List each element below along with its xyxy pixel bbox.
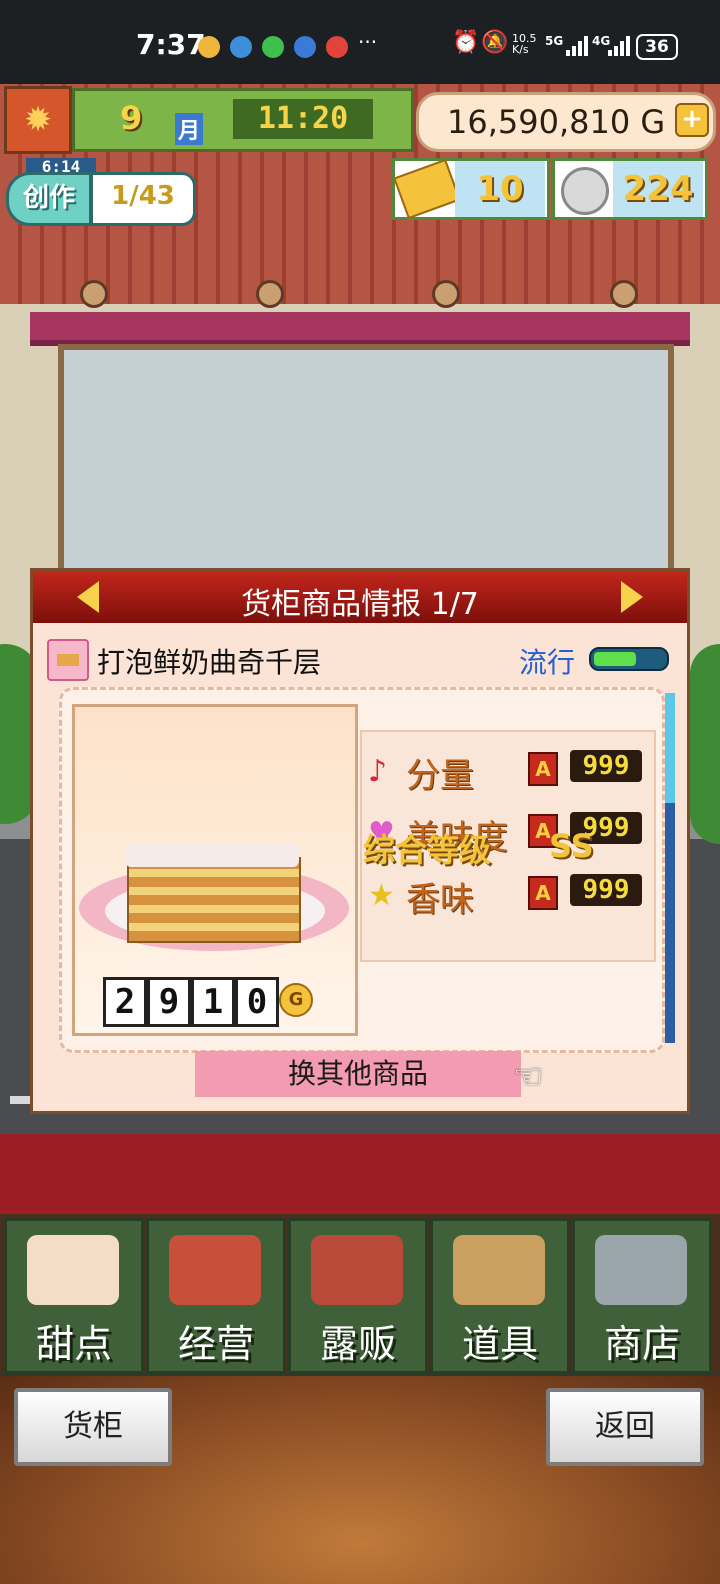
nav-label: 商店 — [603, 1322, 680, 1366]
trend-label: 流行 — [519, 646, 576, 679]
main-nav: 甜点 经营 露贩 道具 商店 — [0, 1214, 720, 1374]
ticket-value: 10 — [455, 161, 545, 217]
panel-header: 货柜商品情报 1/7 — [33, 571, 687, 623]
shop-icon — [169, 1235, 261, 1305]
roof-bracket — [80, 280, 108, 308]
weibo-icon — [198, 36, 220, 58]
nav-store[interactable]: 商店 — [572, 1218, 712, 1374]
overall-rank-label: 综合等级 — [363, 831, 492, 869]
medal-value: 224 — [613, 161, 703, 217]
cake-icon — [27, 1235, 119, 1305]
month-label: 月 — [175, 113, 204, 145]
more-notifications-icon: ··· — [358, 30, 378, 54]
network-5g-label: 5G — [545, 34, 564, 48]
nav-label: 道具 — [461, 1322, 538, 1366]
item-name: 打泡鲜奶曲奇千层 — [97, 646, 322, 679]
item-category-icon — [47, 639, 89, 681]
item-image-frame: 2 9 1 0 G — [72, 704, 358, 1036]
price-digit: 1 — [191, 977, 235, 1027]
ticket-counter[interactable]: 10 — [392, 158, 550, 220]
alarm-icon: ⏰ — [452, 30, 480, 55]
pointing-hand-icon: ☜ — [513, 1057, 544, 1097]
stat-label: 香味 — [406, 880, 474, 920]
food-truck-icon — [311, 1235, 403, 1305]
wechat-icon — [262, 36, 284, 58]
calendar-display: 9 月 11:20 — [72, 88, 414, 152]
cream-topping — [125, 843, 299, 867]
status-bar: 7:37 ··· ⏰ 🔕 10.5 K/s 5G 4G 36 — [0, 0, 720, 84]
price-digit: 9 — [147, 977, 191, 1027]
stat-value: 999 — [570, 750, 642, 782]
create-button[interactable]: 创作 — [6, 172, 92, 226]
month-value: 9 — [120, 99, 143, 137]
nav-label: 露贩 — [319, 1322, 396, 1366]
nav-label: 甜点 — [35, 1322, 112, 1366]
bottom-bar: 货柜 返回 — [0, 1376, 720, 1584]
medal-icon — [561, 167, 609, 215]
panel-title: 货柜商品情报 1/7 — [241, 587, 479, 622]
nav-dessert[interactable]: 甜点 — [4, 1218, 144, 1374]
nav-items[interactable]: 道具 — [430, 1218, 570, 1374]
battery-indicator: 36 — [636, 34, 678, 60]
nav-manage[interactable]: 经营 — [146, 1218, 286, 1374]
money-value: 16,590,810 G — [447, 103, 666, 141]
create-count: 1/43 — [90, 172, 196, 226]
game-notification-icon — [326, 36, 348, 58]
signal-5g-icon — [566, 36, 588, 56]
tree-right — [690, 644, 720, 844]
shop-window — [58, 344, 674, 586]
app-notification-icon — [230, 36, 252, 58]
trend-meter-fill — [594, 652, 636, 666]
roof-bracket — [610, 280, 638, 308]
stat-row: ★ 香味 A 999 — [362, 862, 654, 922]
next-arrow-icon[interactable] — [621, 581, 643, 613]
roof-bracket — [432, 280, 460, 308]
roof-bracket — [256, 280, 284, 308]
item-detail-card: 2 9 1 0 G ♪ 分量 A 999 ♥ 美味度 A 999 ★ 香味 A … — [59, 687, 665, 1053]
back-button[interactable]: 返回 — [546, 1388, 704, 1466]
stat-label: 分量 — [406, 756, 474, 796]
overall-rank-value: SS — [549, 827, 594, 865]
star-icon: ★ — [368, 878, 395, 913]
status-time: 7:37 — [136, 28, 206, 61]
cart-icon — [595, 1235, 687, 1305]
ticket-icon — [393, 158, 461, 220]
game-clock: 11:20 — [233, 99, 373, 139]
signal-4g-icon — [608, 36, 630, 56]
network-speed: 10.5 K/s — [512, 32, 537, 56]
swap-item-button[interactable]: 换其他商品 — [195, 1051, 521, 1097]
mille-feuille-icon — [127, 857, 301, 943]
gear-bag-icon — [453, 1235, 545, 1305]
stat-grade: A — [528, 876, 558, 910]
nav-label: 经营 — [177, 1322, 254, 1366]
add-money-button[interactable]: + — [675, 103, 709, 137]
game-scene: ✹ 9 月 11:20 16,590,810 G + 6:14 创作 1/43 … — [0, 84, 720, 1584]
create-progress[interactable]: 6:14 创作 1/43 — [6, 158, 196, 226]
price-digit: 0 — [235, 977, 279, 1027]
medal-counter[interactable]: 224 — [552, 158, 708, 220]
showcase-button[interactable]: 货柜 — [14, 1388, 172, 1466]
panel-scrollbar-thumb[interactable] — [665, 693, 675, 803]
maple-leaf-icon[interactable]: ✹ — [4, 86, 72, 154]
stat-row: ♪ 分量 A 999 — [362, 738, 654, 798]
money-display: 16,590,810 G + — [416, 92, 716, 152]
stat-grade: A — [528, 752, 558, 786]
price-digit: 2 — [103, 977, 147, 1027]
shop-awning — [30, 312, 690, 346]
chat-notification-icon — [294, 36, 316, 58]
stat-value: 999 — [570, 874, 642, 906]
mute-icon: 🔕 — [481, 30, 509, 55]
trend-meter — [589, 647, 669, 671]
nav-stall[interactable]: 露贩 — [288, 1218, 428, 1374]
showcase-info-panel: 货柜商品情报 1/7 打泡鲜奶曲奇千层 流行 2 9 1 0 G ♪ 分量 A … — [30, 568, 690, 1114]
gold-coin-icon: G — [279, 983, 313, 1017]
music-note-icon: ♪ — [368, 754, 388, 789]
